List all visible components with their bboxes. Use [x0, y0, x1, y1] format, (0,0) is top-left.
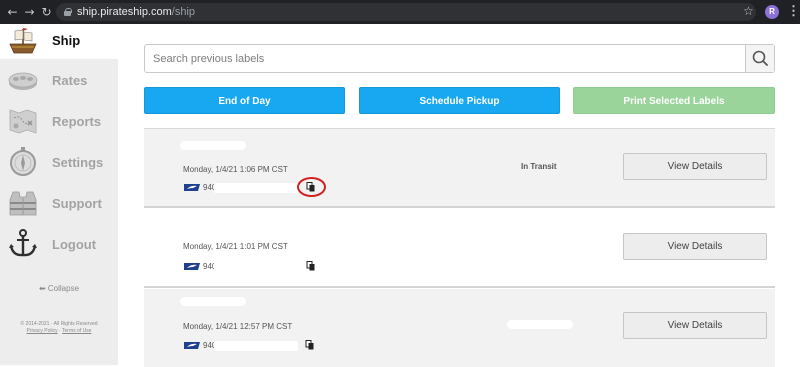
browser-menu-icon[interactable]: ⋮	[787, 3, 800, 19]
lock-icon	[64, 8, 72, 16]
sidebar-item-logout[interactable]: Logout	[0, 226, 118, 262]
collapse-sidebar-button[interactable]: ⬅ Collapse	[0, 284, 118, 293]
copy-icon[interactable]	[305, 340, 315, 350]
sidebar-item-support[interactable]: Support	[0, 185, 118, 221]
view-details-button[interactable]: View Details	[623, 233, 767, 260]
footer-links: Privacy Policy · Terms of Use	[0, 328, 118, 335]
life-vest-icon	[9, 191, 37, 216]
forward-arrow-icon[interactable]: →	[21, 5, 38, 19]
end-of-day-button[interactable]: End of Day	[144, 87, 345, 114]
copy-icon[interactable]	[306, 261, 316, 271]
ship-date: Monday, 1/4/21 1:06 PM CST	[183, 165, 288, 174]
reload-icon[interactable]: ↻	[38, 5, 55, 19]
shipment-status-redacted	[507, 320, 573, 329]
search-icon	[752, 50, 768, 66]
terms-of-use-link[interactable]: Terms of Use	[62, 328, 91, 334]
privacy-policy-link[interactable]: Privacy Policy	[27, 328, 58, 334]
sidebar-label-support: Support	[52, 196, 102, 211]
url-text: ship.pirateship.com/ship	[77, 6, 196, 18]
ship-date: Monday, 1/4/21 1:01 PM CST	[183, 242, 288, 251]
print-selected-labels-button[interactable]: Print Selected Labels	[573, 87, 775, 114]
view-details-button[interactable]: View Details	[623, 312, 767, 339]
profile-avatar[interactable]: R	[765, 5, 779, 19]
sidebar-item-settings[interactable]: Settings	[0, 144, 118, 180]
copyright-notice: © 2014-2021 · All Rights Reserved Privac…	[0, 321, 118, 335]
ship-date: Monday, 1/4/21 12:57 PM CST	[183, 322, 293, 331]
treasure-map-icon	[9, 109, 37, 134]
search-input[interactable]	[145, 45, 747, 72]
recipient-name-redacted	[180, 297, 246, 306]
usps-eagle-icon	[184, 342, 200, 349]
highlight-circle	[297, 177, 326, 197]
shipment-row: Monday, 1/4/21 1:01 PM CST 940 View Deta…	[144, 209, 775, 288]
tracking-number-redacted	[214, 183, 300, 193]
sidebar-label-reports: Reports	[52, 114, 102, 129]
search-bar	[144, 44, 775, 73]
sidebar-label-ship: Ship	[52, 33, 81, 48]
recipient-name-redacted	[180, 141, 246, 150]
sidebar-label-settings: Settings	[52, 155, 104, 170]
shipment-row: Monday, 1/4/21 1:06 PM CST 940 In Transi…	[144, 129, 775, 208]
address-bar[interactable]: ship.pirateship.com/ship	[56, 3, 756, 21]
search-button[interactable]	[745, 45, 774, 72]
sidebar-item-ship[interactable]: Ship	[0, 24, 118, 60]
shipment-status: In Transit	[521, 162, 557, 171]
browser-toolbar: ← → ↻ ship.pirateship.com/ship ☆ R ⋮	[0, 0, 800, 24]
sidebar-item-rates[interactable]: Rates	[0, 62, 118, 98]
coins-icon	[8, 72, 38, 90]
back-arrow-icon[interactable]: ←	[4, 5, 21, 19]
pirate-ship-icon	[9, 28, 37, 54]
shipment-row: Monday, 1/4/21 12:57 PM CST 940 View Det…	[144, 289, 775, 367]
schedule-pickup-button[interactable]: Schedule Pickup	[359, 87, 560, 114]
sidebar-label-logout: Logout	[52, 237, 97, 252]
tracking-number-redacted	[214, 262, 298, 272]
bookmark-star-icon[interactable]: ☆	[743, 4, 754, 18]
usps-eagle-icon	[184, 184, 200, 191]
compass-icon	[10, 147, 36, 176]
sidebar-item-reports[interactable]: Reports	[0, 103, 118, 139]
usps-eagle-icon	[184, 263, 200, 270]
tracking-number-redacted	[214, 341, 298, 351]
sidebar: Ship Rates Reports Settings Support Logo…	[0, 24, 118, 365]
view-details-button[interactable]: View Details	[623, 153, 767, 180]
sidebar-label-rates: Rates	[52, 73, 88, 88]
copyright-text: © 2014-2021 · All Rights Reserved	[20, 321, 98, 327]
anchor-icon	[9, 229, 37, 257]
